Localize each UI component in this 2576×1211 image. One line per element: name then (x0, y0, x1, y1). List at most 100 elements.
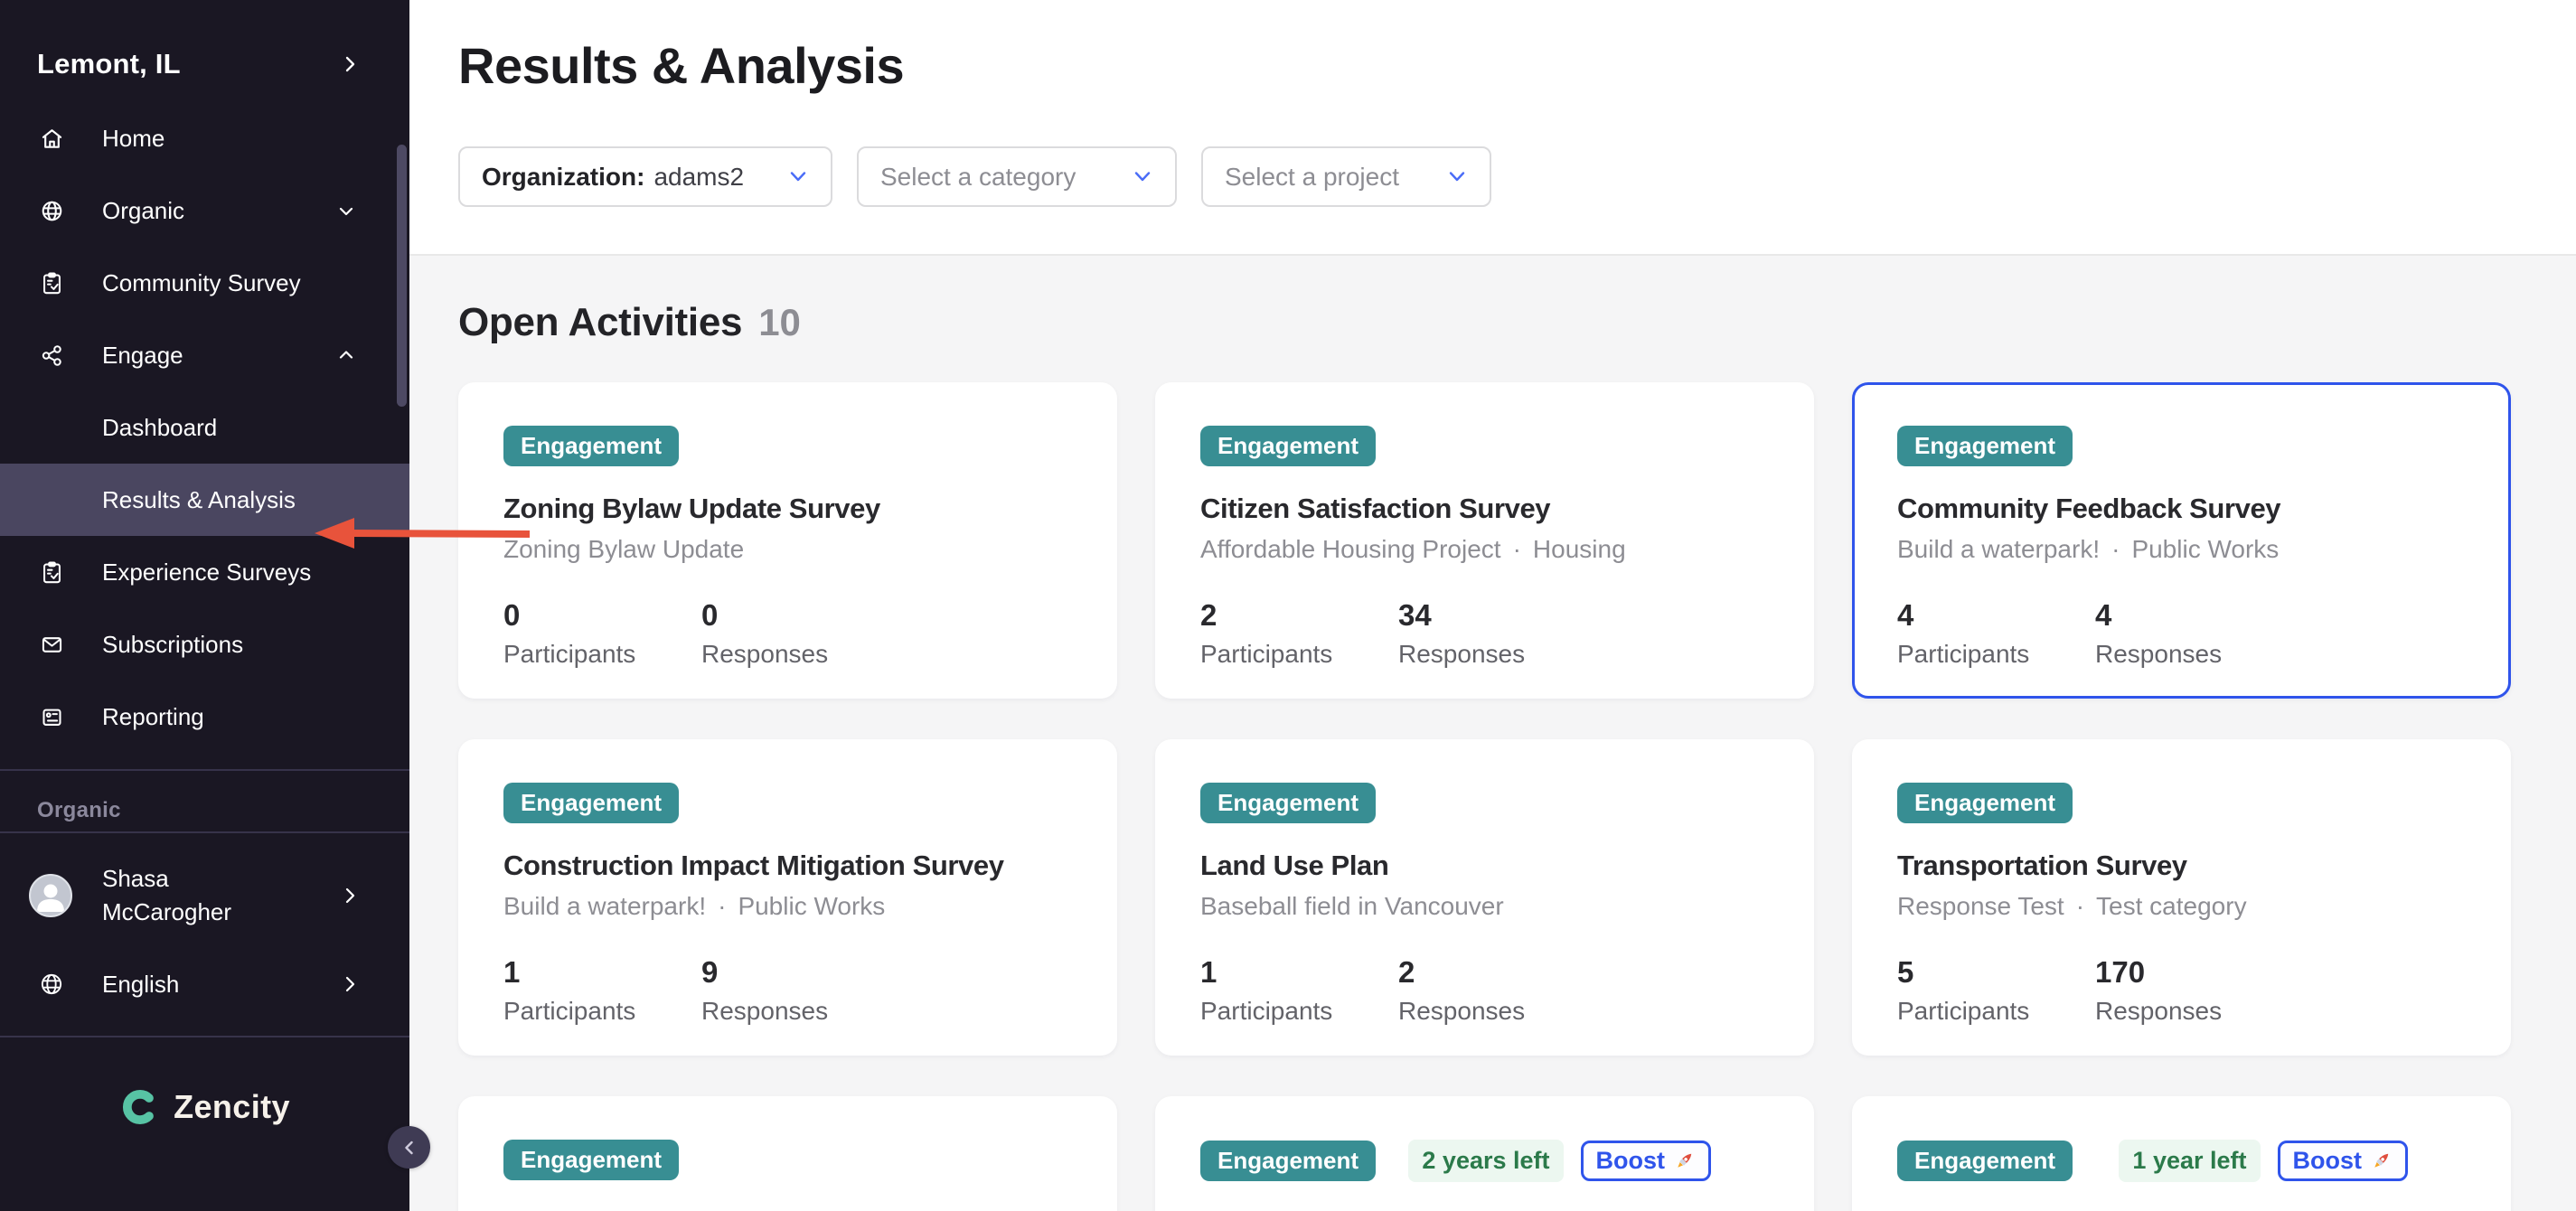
filter-placeholder: Select a category (880, 163, 1076, 192)
chevron-right-icon (339, 53, 361, 75)
responses-label: Responses (701, 640, 899, 669)
card-top-row: Engagement (503, 783, 1072, 823)
responses-value: 9 (701, 955, 899, 990)
responses-label: Responses (2095, 997, 2293, 1026)
engagement-badge: Engagement (1200, 1141, 1376, 1181)
card-top-row: Engagement (1897, 783, 2466, 823)
organization-filter-dropdown[interactable]: Organization:adams2 (458, 146, 832, 207)
responses-stat: 34 Responses (1398, 598, 1596, 669)
sidebar-item-reporting[interactable]: Reporting (0, 681, 409, 753)
card-top-row: Engagement (1897, 426, 2466, 466)
sidebar-collapse-button[interactable] (388, 1126, 430, 1169)
card-stats: 0 Participants 0 Responses (503, 598, 1072, 669)
section-heading: Open Activities 10 (458, 299, 2576, 346)
sidebar-item-community-survey[interactable]: Community Survey (0, 247, 409, 319)
divider (0, 769, 409, 771)
card-stats: 2 Participants 34 Responses (1200, 598, 1769, 669)
activity-card[interactable]: Engagement 1 year left Boost (1852, 1096, 2511, 1211)
participants-value: 1 (503, 955, 701, 990)
sidebar-item-home[interactable]: Home (0, 102, 409, 174)
responses-stat: 0 Responses (701, 598, 899, 669)
card-title: Land Use Plan (1200, 847, 1769, 885)
responses-label: Responses (1398, 640, 1596, 669)
responses-value: 4 (2095, 598, 2293, 633)
sidebar-item-label: Subscriptions (102, 631, 243, 659)
participants-label: Participants (1897, 640, 2095, 669)
subtitle-part: Affordable Housing Project (1200, 535, 1501, 564)
engagement-badge: Engagement (1200, 426, 1376, 466)
participants-value: 4 (1897, 598, 2095, 633)
activity-cards-grid: Engagement Zoning Bylaw Update Survey Zo… (458, 382, 2576, 1211)
sidebar-nav: Home Organic Community Survey Engage Das… (0, 102, 409, 753)
activity-card[interactable]: Engagement 2 years left Boost (1155, 1096, 1814, 1211)
chevron-right-icon (339, 973, 361, 995)
org-switcher[interactable]: Lemont, IL (0, 45, 409, 83)
participants-stat: 1 Participants (503, 955, 701, 1026)
sidebar-item-label: Home (102, 125, 165, 153)
responses-stat: 2 Responses (1398, 955, 1596, 1026)
participants-label: Participants (1897, 997, 2095, 1026)
card-title: Citizen Satisfaction Survey (1200, 490, 1769, 528)
clipboard-check-icon (40, 271, 64, 296)
card-title: Construction Impact Mitigation Survey (503, 847, 1072, 885)
activity-card[interactable]: Engagement Community Feedback Survey Bui… (1852, 382, 2511, 699)
sidebar-item-experience-surveys[interactable]: Experience Surveys (0, 536, 409, 608)
activity-card[interactable]: Engagement (458, 1096, 1117, 1211)
boost-button[interactable]: Boost (2278, 1141, 2409, 1181)
category-filter-dropdown[interactable]: Select a category (857, 146, 1177, 207)
card-stats: 5 Participants 170 Responses (1897, 955, 2466, 1026)
subtitle-part: Public Works (2131, 535, 2279, 564)
filter-text: Organization:adams2 (482, 163, 744, 192)
sidebar-scrollbar-thumb[interactable] (397, 145, 407, 407)
participants-stat: 2 Participants (1200, 598, 1398, 669)
envelope-icon (40, 633, 64, 657)
card-top-row: Engagement (503, 1140, 1072, 1180)
sidebar-item-engage[interactable]: Engage (0, 319, 409, 391)
engagement-badge: Engagement (1897, 1141, 2073, 1181)
sidebar-item-subscriptions[interactable]: Subscriptions (0, 608, 409, 681)
chevron-down-icon (787, 170, 809, 184)
activity-card[interactable]: Engagement Citizen Satisfaction Survey A… (1155, 382, 1814, 699)
participants-stat: 0 Participants (503, 598, 701, 669)
activity-card[interactable]: Engagement Zoning Bylaw Update Survey Zo… (458, 382, 1117, 699)
sidebar-item-results-analysis[interactable]: Results & Analysis (0, 464, 409, 536)
card-subtitle: Build a waterpark!·Public Works (1897, 535, 2466, 564)
chevron-down-icon (1446, 170, 1468, 184)
responses-stat: 9 Responses (701, 955, 899, 1026)
card-title: Community Feedback Survey (1897, 490, 2466, 528)
activity-card[interactable]: Engagement Land Use Plan Baseball field … (1155, 739, 1814, 1056)
sidebar-item-dashboard[interactable]: Dashboard (0, 391, 409, 464)
participants-label: Participants (1200, 640, 1398, 669)
sidebar-item-organic[interactable]: Organic (0, 174, 409, 247)
dot-separator: · (2076, 892, 2084, 921)
participants-stat: 5 Participants (1897, 955, 2095, 1026)
boost-label: Boost (1596, 1147, 1666, 1175)
dot-separator: · (2111, 535, 2120, 564)
card-top-row: Engagement (503, 426, 1072, 466)
sidebar: Lemont, IL Home Organic Community Survey… (0, 0, 409, 1211)
user-menu[interactable]: Shasa McCarogher (0, 861, 409, 930)
responses-value: 170 (2095, 955, 2293, 990)
project-filter-dropdown[interactable]: Select a project (1201, 146, 1491, 207)
card-top-row: Engagement (1200, 783, 1769, 823)
card-title: Zoning Bylaw Update Survey (503, 490, 1072, 528)
boost-button[interactable]: Boost (1581, 1141, 1712, 1181)
sidebar-item-label: Organic (102, 197, 184, 225)
participants-value: 5 (1897, 955, 2095, 990)
sidebar-item-label: Community Survey (102, 269, 301, 297)
card-stats: 1 Participants 9 Responses (503, 955, 1072, 1026)
language-selector[interactable]: English (0, 959, 409, 1009)
card-subtitle: Zoning Bylaw Update (503, 535, 1072, 564)
time-left-badge: 1 year left (2119, 1140, 2260, 1182)
engagement-badge: Engagement (503, 1140, 679, 1180)
activity-card[interactable]: Engagement Transportation Survey Respons… (1852, 739, 2511, 1056)
zencity-logo-icon (119, 1086, 161, 1128)
engagement-badge: Engagement (503, 783, 679, 823)
subtitle-part: Public Works (738, 892, 885, 921)
participants-value: 0 (503, 598, 701, 633)
time-left-badge: 2 years left (1408, 1140, 1563, 1182)
activity-card[interactable]: Engagement Construction Impact Mitigatio… (458, 739, 1117, 1056)
sidebar-section-label: Organic (0, 798, 409, 823)
subtitle-part: Zoning Bylaw Update (503, 535, 744, 564)
sidebar-item-label: Reporting (102, 703, 204, 731)
